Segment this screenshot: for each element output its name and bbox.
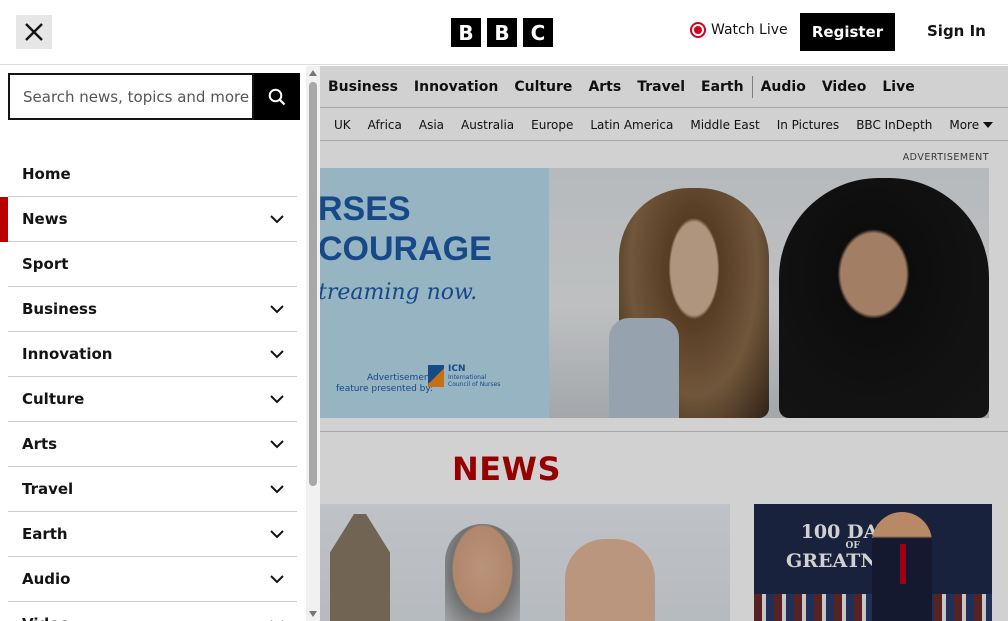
menu-item-sport[interactable]: Sport bbox=[8, 242, 297, 287]
chevron-down-icon[interactable] bbox=[269, 436, 285, 452]
menu-item-business[interactable]: Business bbox=[8, 287, 297, 332]
watch-live-label: Watch Live bbox=[711, 22, 788, 38]
chevron-down-icon[interactable] bbox=[269, 571, 285, 587]
menu-list: Home News Sport Business Innovation Culture Ar… bbox=[0, 152, 297, 621]
menu-scrollbar[interactable] bbox=[306, 66, 320, 621]
menu-item-label: Sport bbox=[22, 255, 69, 273]
menu-item-label: Earth bbox=[22, 525, 68, 543]
menu-item-label: Arts bbox=[22, 435, 58, 453]
menu-item-video[interactable]: Video bbox=[8, 602, 297, 621]
chevron-down-icon[interactable] bbox=[269, 346, 285, 362]
scroll-thumb[interactable] bbox=[309, 82, 317, 486]
chevron-down-icon[interactable] bbox=[269, 526, 285, 542]
search-field[interactable] bbox=[8, 73, 254, 120]
live-icon bbox=[690, 22, 706, 38]
search-input[interactable] bbox=[10, 87, 252, 106]
menu-item-earth[interactable]: Earth bbox=[8, 512, 297, 557]
scroll-down-arrow-icon[interactable] bbox=[309, 611, 317, 617]
chevron-down-icon[interactable] bbox=[269, 301, 285, 317]
close-menu-button[interactable] bbox=[16, 15, 52, 49]
scroll-up-arrow-icon[interactable] bbox=[309, 70, 317, 76]
menu-item-audio[interactable]: Audio bbox=[8, 557, 297, 602]
chevron-down-icon[interactable] bbox=[269, 211, 285, 227]
menu-item-arts[interactable]: Arts bbox=[8, 422, 297, 467]
chevron-down-icon[interactable] bbox=[269, 391, 285, 407]
close-icon bbox=[25, 23, 43, 41]
menu-item-news[interactable]: News bbox=[0, 197, 297, 242]
register-button[interactable]: Register bbox=[800, 13, 895, 51]
bbc-logo[interactable]: B B C bbox=[451, 18, 553, 47]
chevron-down-icon[interactable] bbox=[269, 616, 285, 621]
menu-item-label: Business bbox=[22, 300, 97, 318]
menu-item-label: Travel bbox=[22, 480, 74, 498]
menu-item-label: News bbox=[22, 210, 68, 228]
site-header: B B C Watch Live Register Sign In bbox=[0, 0, 1008, 65]
side-menu: Home News Sport Business Innovation Culture Ar… bbox=[0, 66, 320, 621]
menu-item-travel[interactable]: Travel bbox=[8, 467, 297, 512]
menu-item-home[interactable]: Home bbox=[8, 152, 297, 197]
search-icon bbox=[268, 88, 286, 105]
menu-item-label: Culture bbox=[22, 390, 85, 408]
logo-letter: B bbox=[487, 18, 517, 47]
chevron-down-icon[interactable] bbox=[269, 481, 285, 497]
watch-live-link[interactable]: Watch Live bbox=[690, 22, 788, 38]
sign-in-link[interactable]: Sign In bbox=[927, 22, 986, 40]
menu-item-label: Innovation bbox=[22, 345, 113, 363]
logo-letter: B bbox=[451, 18, 481, 47]
menu-item-label: Audio bbox=[22, 570, 71, 588]
menu-item-innovation[interactable]: Innovation bbox=[8, 332, 297, 377]
menu-item-label: Home bbox=[22, 165, 71, 183]
search-button[interactable] bbox=[254, 73, 300, 120]
menu-item-label: Video bbox=[22, 615, 70, 621]
logo-letter: C bbox=[523, 18, 553, 47]
menu-item-culture[interactable]: Culture bbox=[8, 377, 297, 422]
